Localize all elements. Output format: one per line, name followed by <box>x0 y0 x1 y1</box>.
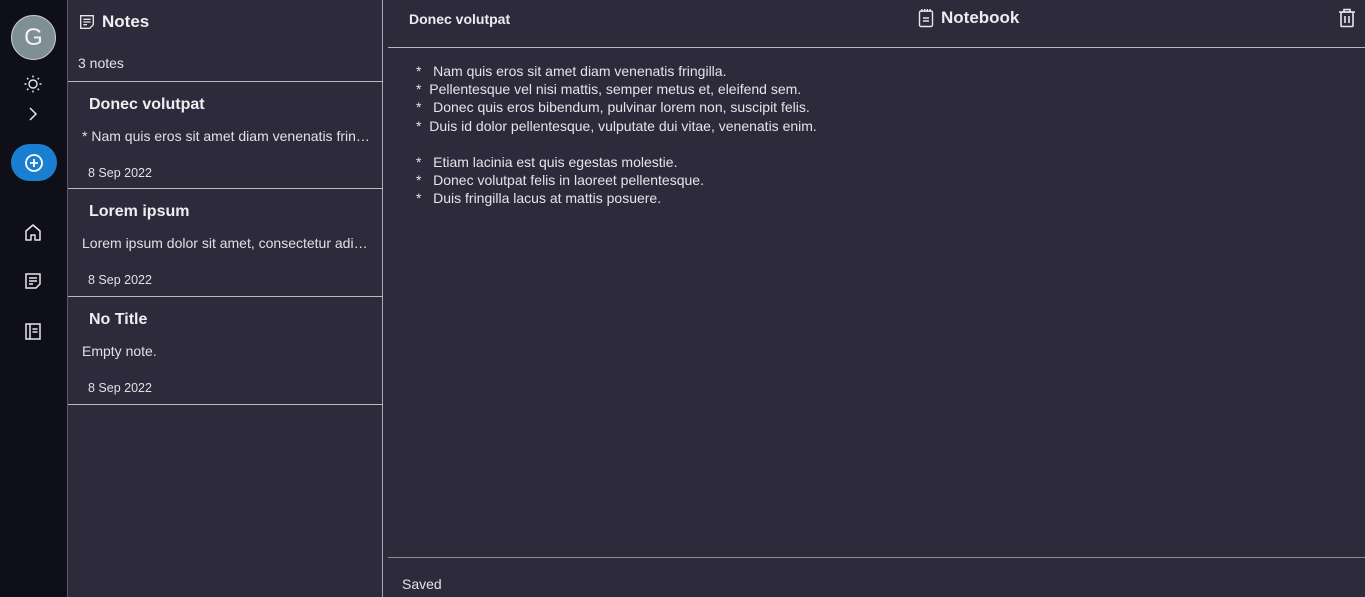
note-list-item[interactable]: No Title Empty note. 8 Sep 2022 <box>68 296 383 404</box>
trash-icon <box>1339 8 1355 28</box>
note-title: Lorem ipsum <box>89 203 190 220</box>
footer-divider <box>388 557 1365 558</box>
notebook-selector[interactable]: Notebook <box>918 8 1019 28</box>
save-status: Saved <box>402 576 442 592</box>
notes-icon[interactable] <box>21 269 45 293</box>
avatar-letter: G <box>24 23 43 51</box>
notes-header: Notes <box>78 12 149 32</box>
add-note-button[interactable] <box>11 144 57 181</box>
note-preview: Lorem ipsum dolor sit amet, consectetur … <box>82 235 372 251</box>
chevron-right-icon[interactable] <box>21 102 45 126</box>
notebook-icon <box>918 9 934 28</box>
note-title-field[interactable]: Donec volutpat <box>409 11 510 27</box>
note-title: Donec volutpat <box>89 96 205 113</box>
note-date: 8 Sep 2022 <box>88 381 152 395</box>
note-preview: Empty note. <box>82 343 157 359</box>
notebook-label: Notebook <box>941 8 1020 27</box>
notes-icon <box>80 15 94 29</box>
nav-rail: G <box>0 0 67 597</box>
list-divider <box>68 404 383 405</box>
add-circle-icon <box>25 153 43 172</box>
notes-title: Notes <box>102 12 150 31</box>
note-title: No Title <box>89 311 148 328</box>
note-list-item[interactable]: Donec volutpat * Nam quis eros sit amet … <box>68 81 383 189</box>
note-date: 8 Sep 2022 <box>88 166 152 180</box>
avatar[interactable]: G <box>11 15 56 60</box>
notebook-icon[interactable] <box>21 319 45 343</box>
note-editor: Donec volutpat Notebook * Nam quis eros … <box>383 0 1365 597</box>
note-content-editor[interactable]: * Nam quis eros sit amet diam venenatis … <box>416 62 817 208</box>
header-divider <box>388 47 1365 48</box>
note-date: 8 Sep 2022 <box>88 273 152 287</box>
home-icon[interactable] <box>21 220 45 244</box>
note-preview: * Nam quis eros sit amet diam venenatis … <box>82 128 372 144</box>
sun-icon[interactable] <box>21 72 45 96</box>
notes-list-panel: Notes 3 notes Donec volutpat * Nam quis … <box>67 0 383 597</box>
note-list-item[interactable]: Lorem ipsum Lorem ipsum dolor sit amet, … <box>68 188 383 296</box>
note-count: 3 notes <box>78 55 124 71</box>
delete-button[interactable] <box>1338 8 1356 28</box>
